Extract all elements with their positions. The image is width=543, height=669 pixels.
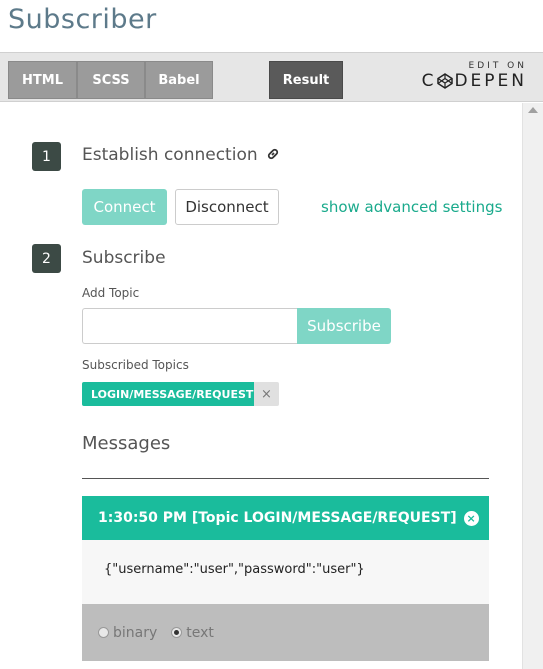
codepen-toolbar: HTML SCSS Babel Result EDIT ON C DEPEN bbox=[0, 52, 543, 102]
tab-result[interactable]: Result bbox=[269, 61, 343, 99]
step-1-title: Establish connection bbox=[82, 145, 280, 165]
disconnect-button[interactable]: Disconnect bbox=[175, 189, 279, 225]
result-pane: 1 Establish connection Connect Disconnec… bbox=[0, 103, 521, 669]
radio-binary-label: binary bbox=[113, 624, 158, 641]
radio-binary[interactable]: binary bbox=[98, 625, 157, 641]
message-header-text: 1:30:50 PM [Topic LOGIN/MESSAGE/REQUEST] bbox=[98, 510, 457, 526]
radio-text-label: text bbox=[186, 624, 214, 641]
message-format-options: binary text bbox=[82, 604, 489, 661]
message-body: {"username":"user","password":"user"} bbox=[82, 540, 489, 604]
step-1-title-text: Establish connection bbox=[82, 145, 258, 165]
codepen-logo-right: DEPEN bbox=[454, 71, 527, 91]
edit-on-label: EDIT ON bbox=[468, 61, 527, 71]
codepen-cube-icon bbox=[437, 73, 454, 89]
page-title: Subscriber bbox=[8, 4, 157, 35]
radio-text[interactable]: text bbox=[171, 625, 214, 641]
topic-chip: LOGIN/MESSAGE/REQUEST bbox=[82, 382, 263, 406]
vertical-scrollbar[interactable] bbox=[522, 103, 543, 669]
connect-button[interactable]: Connect bbox=[82, 189, 167, 225]
step-2-title: Subscribe bbox=[82, 248, 166, 268]
tab-html[interactable]: HTML bbox=[8, 61, 77, 99]
link-icon bbox=[267, 148, 279, 160]
messages-divider bbox=[82, 478, 489, 479]
close-message-icon[interactable]: × bbox=[463, 510, 479, 526]
remove-topic-button[interactable]: × bbox=[254, 382, 279, 406]
message-header: 1:30:50 PM [Topic LOGIN/MESSAGE/REQUEST]… bbox=[82, 496, 489, 540]
radio-text-circle[interactable] bbox=[171, 627, 183, 638]
messages-title: Messages bbox=[82, 433, 171, 454]
scroll-up-arrow-icon[interactable] bbox=[528, 107, 538, 113]
step-2-badge: 2 bbox=[32, 244, 61, 273]
codepen-logo-left: C bbox=[421, 71, 437, 91]
subscribed-topics-label: Subscribed Topics bbox=[82, 358, 189, 372]
tab-scss[interactable]: SCSS bbox=[77, 61, 145, 99]
codepen-logo: C DEPEN bbox=[422, 71, 527, 91]
edit-on-codepen-link[interactable]: EDIT ON C DEPEN bbox=[422, 61, 527, 91]
radio-binary-circle[interactable] bbox=[98, 627, 109, 638]
show-advanced-settings-link[interactable]: show advanced settings bbox=[321, 198, 502, 216]
step-1-badge: 1 bbox=[32, 142, 61, 171]
tab-babel[interactable]: Babel bbox=[145, 61, 213, 99]
topic-input[interactable] bbox=[82, 308, 298, 344]
add-topic-label: Add Topic bbox=[82, 286, 140, 300]
subscribe-button[interactable]: Subscribe bbox=[297, 308, 391, 344]
